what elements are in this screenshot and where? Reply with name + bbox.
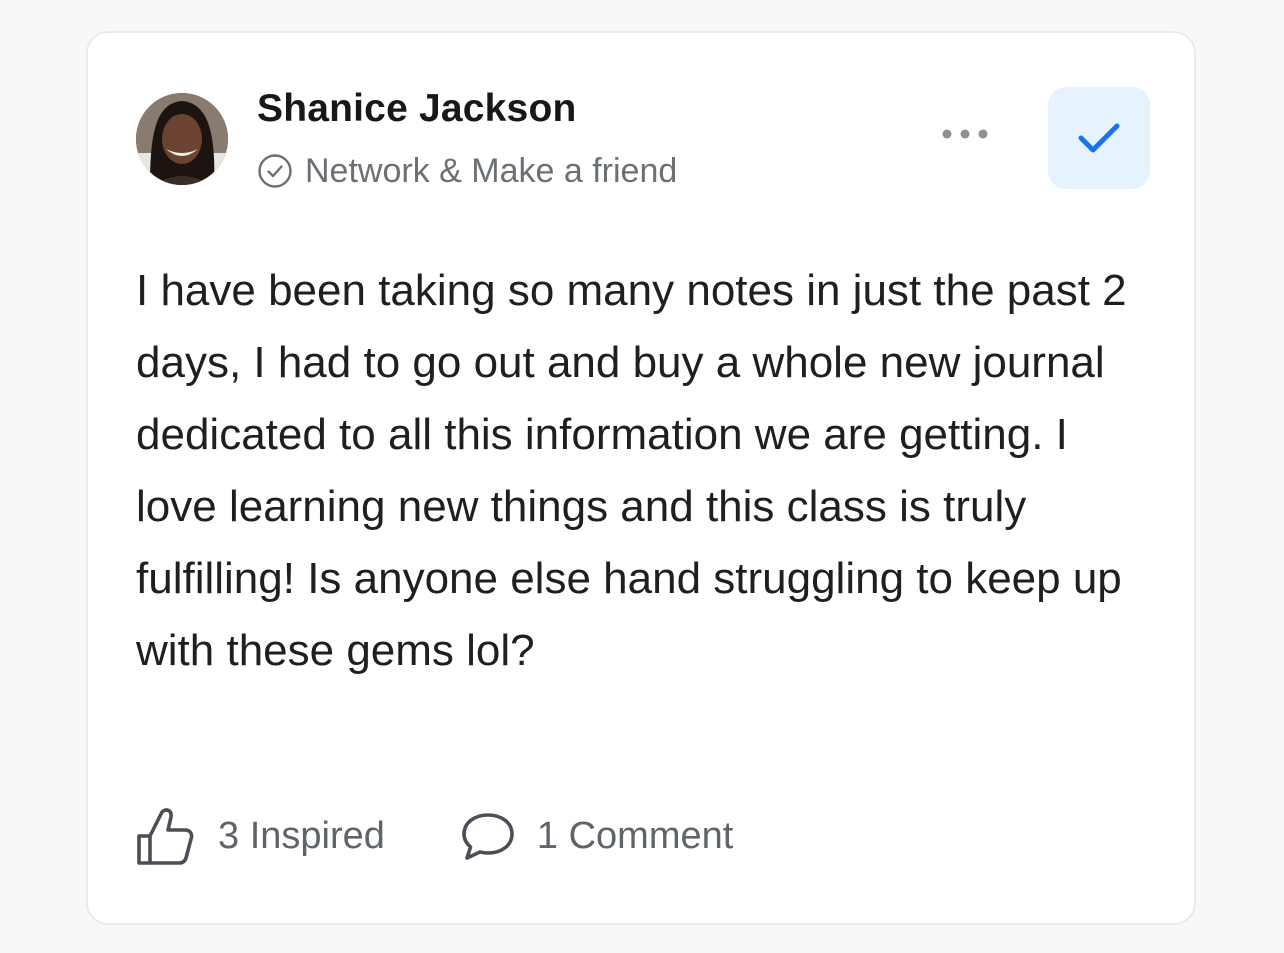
more-horizontal-icon — [942, 129, 988, 139]
group-label: Network & Make a friend — [305, 151, 678, 190]
post-card: Shanice Jackson Network & Make a friend … — [86, 31, 1196, 925]
comment-bubble-icon — [462, 813, 514, 860]
avatar[interactable] — [136, 93, 228, 185]
group-tag[interactable]: Network & Make a friend — [257, 151, 677, 191]
inspired-count: 3 Inspired — [218, 814, 385, 857]
more-options-button[interactable] — [936, 117, 996, 151]
post-body: I have been taking so many notes in just… — [136, 266, 1127, 675]
post-actions: 3 Inspired 1 Comment — [136, 805, 733, 867]
check-circle-icon — [258, 154, 292, 188]
author-name[interactable]: Shanice Jackson — [257, 87, 577, 131]
comment-count: 1 Comment — [536, 814, 734, 857]
checkmark-icon — [1078, 123, 1120, 153]
thumbs-up-icon — [137, 808, 194, 865]
inspired-button[interactable]: 3 Inspired — [136, 806, 385, 866]
mark-done-button[interactable] — [1048, 87, 1150, 189]
comments-button[interactable]: 1 Comment — [461, 811, 733, 861]
